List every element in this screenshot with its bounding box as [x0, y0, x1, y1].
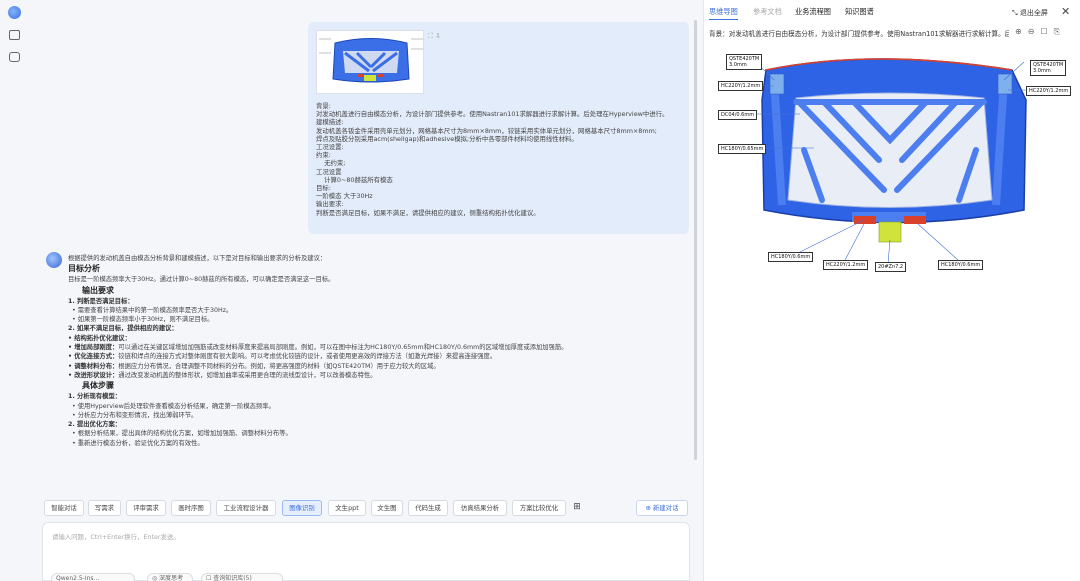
new-chat-button[interactable]: ⊕ 新建对话	[636, 500, 688, 516]
tab-business-flow[interactable]: 业务流程图	[795, 7, 831, 17]
new-chat-icon: ⊕	[645, 504, 653, 512]
list-item: 1. 分析现有模型：	[68, 393, 122, 401]
user-message: ⛶ ⇩ 背景: 对发动机盖进行自由模态分析，为设计部门提供参考。使用Nastra…	[308, 22, 689, 234]
intro-text: 根据提供的发动机盖自由模态分析背景和建模描述，以下是对目标和输出要求的分析及建议…	[68, 255, 327, 262]
zoom-in-icon[interactable]: ⊕	[1015, 27, 1022, 36]
image-tools-icon[interactable]: ⛶ ⇩	[428, 32, 441, 41]
download-icon[interactable]: ⎘	[1054, 27, 1060, 36]
assistant-avatar	[46, 252, 62, 268]
suggestion-title: • 改进形状设计：	[68, 371, 119, 379]
suggestion-title: • 调整材料分布：	[68, 362, 119, 370]
list-item: • 需要查看计算结果中的第一阶模态频率是否大于30Hz。	[72, 306, 233, 314]
tab-knowledge-graph[interactable]: 知识图谱	[845, 7, 874, 17]
feature-button-text2img[interactable]: 文生图	[371, 500, 403, 516]
list-item: • 结构拓扑优化建议：	[68, 334, 131, 342]
fit-icon[interactable]: ☐	[1040, 27, 1047, 36]
assistant-message: 根据提供的发动机盖自由模态分析背景和建模描述，以下是对目标和输出要求的分析及建议…	[68, 254, 688, 494]
hood-diagram: QSTE420TM 3.0mm HC220Y/1.2mm DC04/0.6mm …	[704, 40, 1080, 280]
new-chat-icon[interactable]	[9, 52, 20, 62]
feature-button-sim-analysis[interactable]: 仿真结果分析	[453, 500, 507, 516]
feature-button-requirement[interactable]: 写需求	[88, 500, 121, 516]
feature-button-ppt[interactable]: 文生ppt	[328, 500, 366, 516]
input-placeholder: 请输入问题，Ctrl+Enter换行，Enter发送。	[52, 533, 180, 541]
feature-button-chat[interactable]: 智能对话	[44, 500, 84, 516]
suggestion-text: 铰链和焊点的连接方式对整体刚度有很大影响。可以考虑优化铰链的设计，或者使用更高效…	[118, 353, 497, 361]
feature-button-review[interactable]: 评审需求	[126, 500, 166, 516]
hood-image-thumbnail[interactable]	[316, 30, 424, 94]
label-hc220-left: HC220Y/1.2mm	[718, 81, 764, 91]
label-hc180-bottom-left: HC180Y/0.6mm	[768, 252, 814, 262]
list-item: 2. 如果不满足目标，提供相应的建议：	[68, 325, 178, 333]
label-dc04: DC04/0.6mm	[718, 110, 758, 120]
model-select[interactable]: Qwen2.5-Ins...	[51, 573, 135, 581]
feature-button-plan-compare[interactable]: 方案比较优化	[512, 500, 566, 516]
sidebar-toggle-icon[interactable]	[9, 30, 20, 40]
chat-scrollbar[interactable]	[694, 20, 697, 460]
list-item: • 增加局部刚度：可以通过在关键区域增加加强筋或改变材料厚度来提高局部刚度。例如…	[68, 343, 688, 352]
grid-icon[interactable]: ⊞	[570, 500, 584, 516]
feature-button-process-designer[interactable]: 工业流程设计器	[216, 500, 276, 516]
exit-fullscreen-button[interactable]: ⤡ 退出全屏	[1012, 8, 1048, 18]
feature-button-image-recognition[interactable]: 图像识别	[282, 500, 322, 516]
collapse-icon: ⤡	[1012, 9, 1020, 17]
label-hc180-left: HC180Y/0.65mm	[718, 144, 767, 154]
user-message-text: 背景: 对发动机盖进行自由模态分析，为设计部门提供参考。使用Nastran101…	[316, 102, 669, 217]
knowledge-base-toggle[interactable]: ☐ 查询知识库(5)	[201, 573, 283, 581]
list-item: • 根据分析结果，提出具体的结构优化方案，如增加加强筋、调整材料分布等。	[72, 430, 292, 438]
background-summary: 背景：对发动机盖进行自由模态分析，为设计部门提供参考。使用Nastran101求…	[709, 30, 1009, 38]
list-item: • 调整材料分布：根据应力分布情况，合理调整不同材料的分布。例如，将更高强度的材…	[68, 362, 688, 371]
label-hc220-bottom: HC220Y/1.2mm	[823, 260, 869, 270]
list-item: • 分析应力分布和变形情况，找出薄弱环节。	[72, 411, 198, 419]
deep-think-toggle[interactable]: ◎ 深度思考	[147, 573, 193, 581]
list-item: • 优化连接方式：铰链和焊点的连接方式对整体刚度有很大影响。可以考虑优化铰链的设…	[68, 352, 688, 361]
suggestion-text: 可以通过在关键区域增加加强筋或改变材料厚度来提高局部刚度。例如，可以在图中标注为…	[118, 344, 568, 352]
feature-button-codegen[interactable]: 代码生成	[408, 500, 448, 516]
suggestion-title: • 优化连接方式：	[68, 353, 119, 361]
close-icon[interactable]: ✕	[1061, 5, 1070, 18]
heading-steps: 具体步骤	[82, 381, 114, 391]
feature-button-sequence[interactable]: 画时序图	[171, 500, 211, 516]
suggestion-title: • 增加局部刚度：	[68, 344, 119, 352]
image-toolbar: ⊕ ⊖ ☐ ⎘	[1015, 27, 1066, 37]
chat-input[interactable]: 请输入问题，Ctrl+Enter换行，Enter发送。 Qwen2.5-Ins.…	[42, 522, 690, 581]
zoom-out-icon[interactable]: ⊖	[1028, 27, 1035, 36]
tab-reference-docs[interactable]: 参考文档	[753, 7, 782, 17]
label-hc180-bottom-right: HC180Y/0.6mm	[938, 260, 984, 270]
list-item: 2. 提出优化方案：	[68, 421, 122, 429]
list-item: • 重新进行模态分析，验证优化方案的有效性。	[72, 439, 204, 447]
list-item: 1. 判断是否满足目标：	[68, 297, 134, 305]
label-qste-left: QSTE420TM 3.0mm	[726, 54, 763, 70]
heading-goal: 目标分析	[68, 264, 100, 274]
list-item: • 如果第一阶模态频率小于30Hz，则不满足目标。	[72, 316, 214, 324]
left-rail	[0, 0, 30, 581]
list-item: • 改进形状设计：通过改变发动机盖的整体形状，如增加曲率或采用更合理的流线型设计…	[68, 371, 688, 380]
suggestion-text: 通过改变发动机盖的整体形状，如增加曲率或采用更合理的流线型设计，可以改善模态特性…	[118, 371, 377, 379]
label-qste-right: QSTE420TM 3.0mm	[1030, 60, 1067, 76]
mind-map-panel: 思维导图 参考文档 业务流程图 知识图谱 ⤡ 退出全屏 ✕ 背景：对发动机盖进行…	[703, 0, 1080, 581]
tab-mind-map[interactable]: 思维导图	[709, 7, 738, 20]
suggestion-text: 根据应力分布情况，合理调整不同材料的分布。例如，将更高强度的材料（如QSTE42…	[118, 362, 440, 370]
label-zinc: 20#Zn7.2	[875, 262, 907, 272]
goal-text: 目标是一阶模态频率大于30Hz。通过计算0~80赫兹的所有模态，可以确定是否满足…	[68, 276, 335, 284]
app-logo-icon[interactable]	[8, 6, 21, 19]
label-hc220-right: HC220Y/1.2mm	[1026, 86, 1072, 96]
list-item: • 使用Hyperview后处理软件查看模态分析结果，确定第一阶模态频率。	[72, 402, 275, 410]
heading-output: 输出要求	[82, 285, 114, 295]
